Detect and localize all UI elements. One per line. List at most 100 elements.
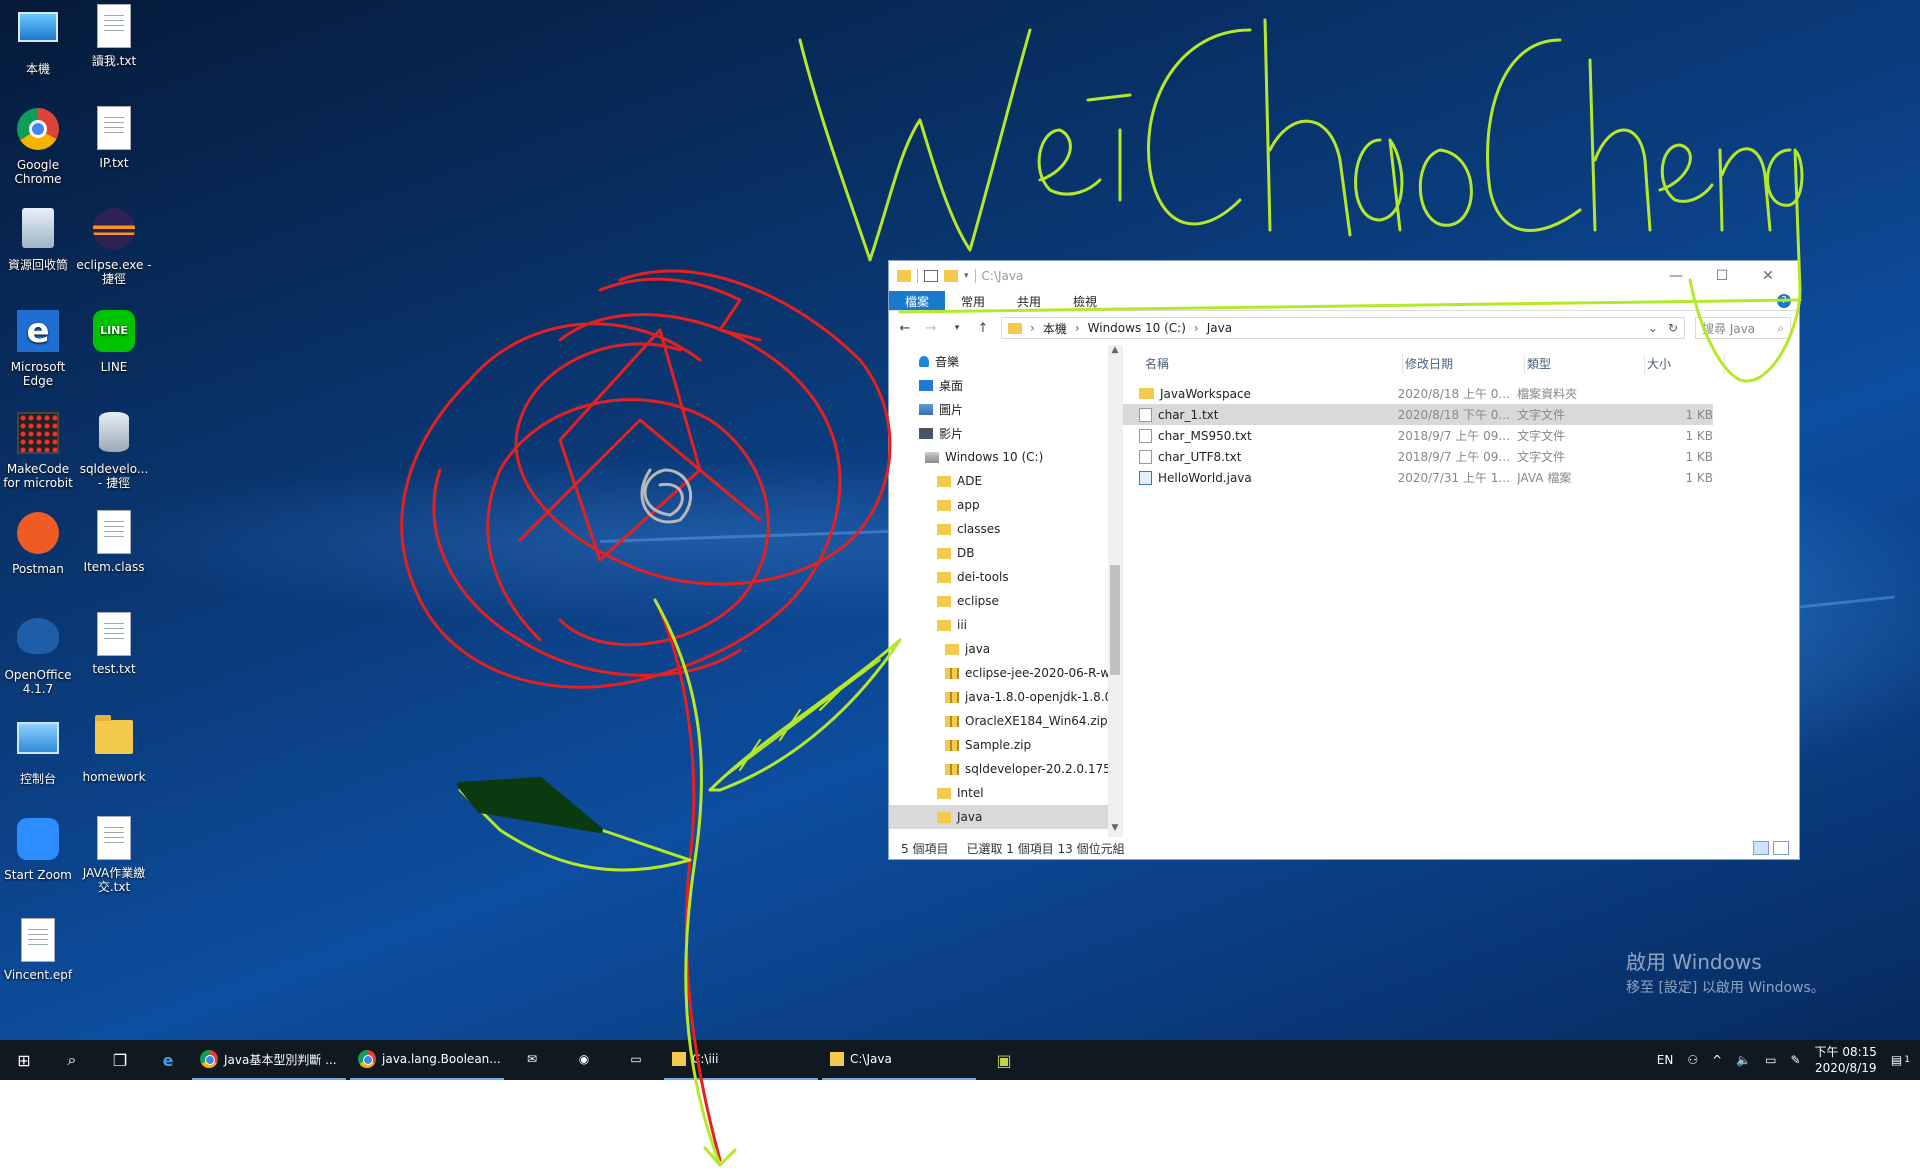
breadcrumb-java[interactable]: Java [1207, 321, 1232, 335]
nav-item[interactable]: java [889, 637, 1122, 661]
nav-item[interactable]: OracleXE184_Win64.zip [889, 709, 1122, 733]
scroll-down-icon[interactable]: ▼ [1108, 823, 1122, 837]
desktop-icon[interactable]: test.txt [76, 612, 152, 676]
zoom-icon[interactable]: ◉ [560, 1040, 608, 1080]
desktop-icon[interactable]: Vincent.epf [0, 918, 76, 982]
address-dropdown-icon[interactable]: ⌄ [1648, 321, 1658, 335]
image-editor-icon[interactable]: ▣ [980, 1040, 1028, 1080]
desktop-icon[interactable]: 資源回收筒 [0, 206, 76, 272]
taskbar-app[interactable]: C:\Java [822, 1040, 976, 1080]
scroll-up-icon[interactable]: ▲ [1108, 345, 1122, 359]
desktop-icon[interactable]: 控制台 [0, 714, 76, 786]
taskbar-app[interactable]: java.lang.Boolean... [350, 1040, 504, 1080]
edge-icon[interactable]: e [144, 1040, 192, 1080]
desktop-icon[interactable]: Google Chrome [0, 106, 76, 186]
start-button[interactable]: ⊞ [0, 1040, 48, 1080]
tab-share[interactable]: 共用 [1001, 291, 1057, 310]
nav-item[interactable]: java-1.8.0-openjdk-1.8.0.2 [889, 685, 1122, 709]
desktop-icon[interactable]: 本機 [0, 4, 76, 76]
maximize-button[interactable]: ☐ [1699, 268, 1745, 284]
close-button[interactable]: ✕ [1745, 268, 1791, 284]
desktop-icon[interactable]: Postman [0, 510, 76, 576]
nav-item[interactable]: ADE [889, 469, 1122, 493]
chevron-right-icon[interactable]: › [1194, 321, 1199, 335]
nav-item[interactable]: dei-tools [889, 565, 1122, 589]
nav-item[interactable]: Java [889, 805, 1122, 829]
nav-item[interactable]: classes [889, 517, 1122, 541]
nav-item[interactable]: app [889, 493, 1122, 517]
chevron-down-icon[interactable]: ▾ [964, 271, 969, 281]
back-button[interactable]: ← [897, 321, 913, 336]
desktop-icon[interactable]: LINE LINE [76, 308, 152, 374]
desktop-icon[interactable]: OpenOffice 4.1.7 [0, 612, 76, 696]
address-bar[interactable]: › 本機 › Windows 10 (C:) › Java ⌄ ↻ [1001, 317, 1685, 339]
chevron-up-icon[interactable]: ^ [1712, 1053, 1722, 1067]
up-button[interactable]: ↑ [975, 321, 991, 336]
desktop-icon[interactable]: JAVA作業繳交.txt [76, 816, 152, 894]
help-icon[interactable]: ? [1777, 293, 1791, 308]
file-row[interactable]: char_UTF8.txt 2018/9/7 上午 09... 文字文件 1 KB [1123, 446, 1713, 467]
nav-item[interactable]: eclipse-jee-2020-06-R-win [889, 661, 1122, 685]
task-view-icon[interactable]: ❐ [96, 1040, 144, 1080]
nav-item[interactable]: eclipse [889, 589, 1122, 613]
file-row[interactable]: char_1.txt 2020/8/18 下午 0... 文字文件 1 KB [1123, 404, 1713, 425]
column-date[interactable]: 修改日期 [1403, 354, 1525, 374]
desktop-icon[interactable]: e Microsoft Edge [0, 308, 76, 388]
nav-item[interactable]: DB [889, 541, 1122, 565]
scrollbar-thumb[interactable] [1110, 565, 1120, 675]
chevron-right-icon[interactable]: › [1075, 321, 1080, 335]
column-type[interactable]: 類型 [1525, 354, 1645, 374]
nav-item[interactable]: sqldeveloper-20.2.0.175.18 [889, 757, 1122, 781]
column-size[interactable]: 大小 [1645, 354, 1725, 374]
breadcrumb-this-pc[interactable]: 本機 [1043, 320, 1067, 337]
nav-item[interactable]: 影片 [889, 421, 1122, 445]
input-language[interactable]: EN [1657, 1053, 1674, 1067]
search-input[interactable]: 搜尋 Java ⌕ [1695, 317, 1791, 339]
explorer-titlebar[interactable]: ▾ C:\Java — ☐ ✕ [889, 261, 1799, 291]
desktop-icon[interactable]: Start Zoom [0, 816, 76, 882]
notification-icon[interactable]: ▤ [1891, 1053, 1902, 1067]
desktop-icon[interactable]: Item.class [76, 510, 152, 574]
search-icon[interactable]: ⌕ [48, 1040, 96, 1080]
nav-item[interactable]: 音樂 [889, 349, 1122, 373]
file-row[interactable]: char_MS950.txt 2018/9/7 上午 09... 文字文件 1 KB [1123, 425, 1713, 446]
people-icon[interactable]: ⚇ [1687, 1053, 1698, 1067]
file-explorer-window[interactable]: ▾ C:\Java — ☐ ✕ 檔案 常用 共用 檢視 ? ← → ▾ ↑ › … [888, 260, 1800, 860]
minimize-button[interactable]: — [1653, 268, 1699, 284]
taskbar-app[interactable]: Java基本型別判斷 ... [192, 1040, 346, 1080]
desktop-icon[interactable]: homework [76, 714, 152, 784]
details-view-icon[interactable] [1753, 841, 1769, 855]
large-icons-view-icon[interactable] [1773, 841, 1789, 855]
breadcrumb-drive[interactable]: Windows 10 (C:) [1088, 321, 1186, 335]
nav-item[interactable]: Intel [889, 781, 1122, 805]
column-name[interactable]: 名稱 [1143, 354, 1403, 374]
terminal-icon[interactable]: ▭ [612, 1040, 660, 1080]
taskbar-app[interactable]: C:\iii [664, 1040, 818, 1080]
desktop-icon[interactable]: MakeCode for microbit [0, 410, 76, 490]
volume-icon[interactable]: 🔈 [1736, 1053, 1751, 1067]
nav-item[interactable]: Windows 10 (C:) [889, 445, 1122, 469]
desktop-icon[interactable]: IP.txt [76, 106, 152, 170]
navigation-pane[interactable]: 音樂 桌面 圖片 影片 Windows 10 (C:) ADE app classes DB de… [889, 345, 1123, 837]
desktop-icon[interactable]: 讀我.txt [76, 4, 152, 68]
tab-view[interactable]: 檢視 [1057, 291, 1113, 310]
navigation-scrollbar[interactable]: ▲ ▼ [1108, 345, 1122, 837]
mail-icon[interactable]: ✉ [508, 1040, 556, 1080]
tab-home[interactable]: 常用 [945, 291, 1001, 310]
file-row[interactable]: HelloWorld.java 2020/7/31 上午 1... JAVA 檔案 1… [1123, 467, 1713, 488]
new-folder-icon[interactable] [944, 270, 958, 282]
refresh-icon[interactable]: ↻ [1668, 321, 1678, 335]
forward-button[interactable]: → [923, 321, 939, 336]
pen-icon[interactable]: ✎ [1790, 1053, 1800, 1067]
desktop-icon[interactable]: sqldevelo... - 捷徑 [76, 410, 152, 490]
clock[interactable]: 下午 08:15 2020/8/19 [1815, 1044, 1877, 1076]
properties-icon[interactable] [924, 270, 938, 282]
nav-item[interactable]: 桌面 [889, 373, 1122, 397]
nav-item[interactable]: Sample.zip [889, 733, 1122, 757]
nav-item[interactable]: 圖片 [889, 397, 1122, 421]
nav-item[interactable]: iii [889, 613, 1122, 637]
network-icon[interactable]: ▭ [1765, 1053, 1776, 1067]
desktop-icon[interactable]: eclipse.exe - 捷徑 [76, 206, 152, 286]
chevron-right-icon[interactable]: › [1030, 321, 1035, 335]
recent-locations-button[interactable]: ▾ [949, 323, 965, 333]
